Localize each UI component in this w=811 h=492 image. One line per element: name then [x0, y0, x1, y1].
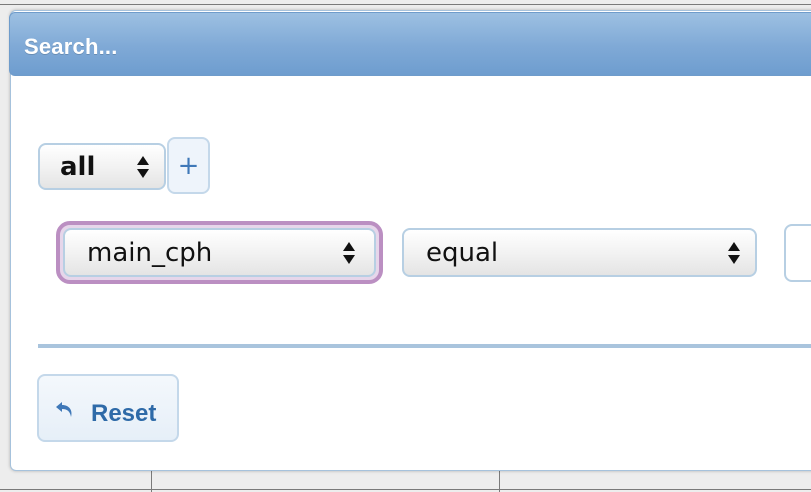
undo-arrow-icon: [56, 402, 72, 417]
add-rule-button[interactable]: +: [167, 137, 210, 194]
group-operator-value: all: [60, 151, 96, 182]
select-arrows-icon: [137, 155, 149, 178]
field-select-value: main_cph: [87, 237, 213, 268]
dialog-title: Search...: [24, 34, 118, 59]
operator-select[interactable]: equal: [402, 228, 757, 277]
select-arrows-icon: [343, 241, 355, 264]
operator-select-value: equal: [426, 237, 499, 268]
dialog-titlebar[interactable]: Search...: [9, 12, 811, 76]
grid-line: [0, 489, 811, 490]
reset-button[interactable]: Reset: [37, 374, 179, 442]
select-arrows-icon: [728, 241, 740, 264]
plus-icon: +: [177, 150, 200, 181]
reset-button-label: Reset: [91, 400, 157, 427]
rule-value-input[interactable]: [784, 224, 811, 282]
grid-line: [0, 4, 811, 5]
divider: [38, 344, 811, 348]
group-operator-select[interactable]: all: [38, 143, 166, 190]
field-select[interactable]: main_cph: [63, 228, 376, 277]
